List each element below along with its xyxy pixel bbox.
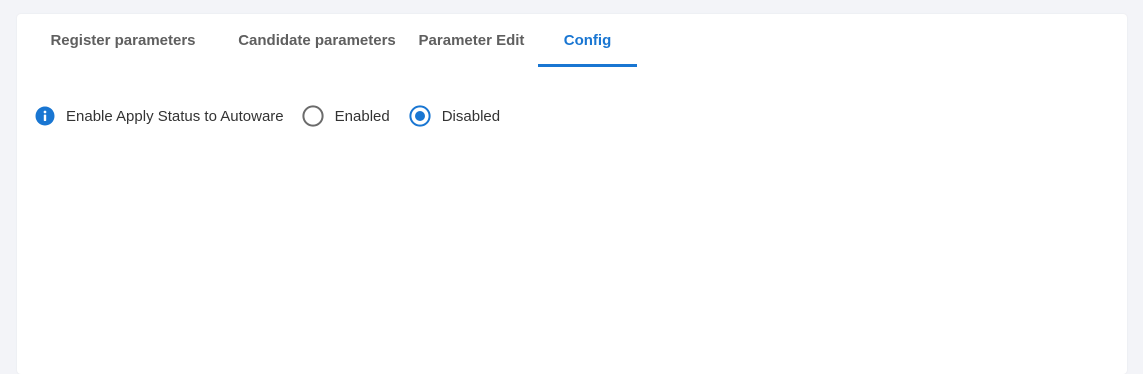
radio-disabled-label: Disabled xyxy=(441,107,501,125)
setting-label: Enable Apply Status to Autoware xyxy=(66,107,284,125)
tab-config[interactable]: Config xyxy=(538,14,637,67)
tab-register-parameters[interactable]: Register parameters xyxy=(17,14,229,67)
radio-enabled-label: Enabled xyxy=(334,107,390,125)
apply-status-setting: Enable Apply Status to Autoware Enabled … xyxy=(35,102,518,130)
config-panel: Register parameters Candidate parameters… xyxy=(17,14,1127,374)
radio-unchecked-icon[interactable] xyxy=(301,104,325,128)
radio-checked-icon[interactable] xyxy=(408,104,432,128)
tab-bar: Register parameters Candidate parameters… xyxy=(17,14,637,67)
radio-disabled[interactable]: Disabled xyxy=(408,104,500,128)
tab-candidate-parameters[interactable]: Candidate parameters xyxy=(229,14,405,67)
radio-enabled[interactable]: Enabled xyxy=(301,104,390,128)
info-icon xyxy=(35,106,55,126)
tab-parameter-edit[interactable]: Parameter Edit xyxy=(405,14,538,67)
